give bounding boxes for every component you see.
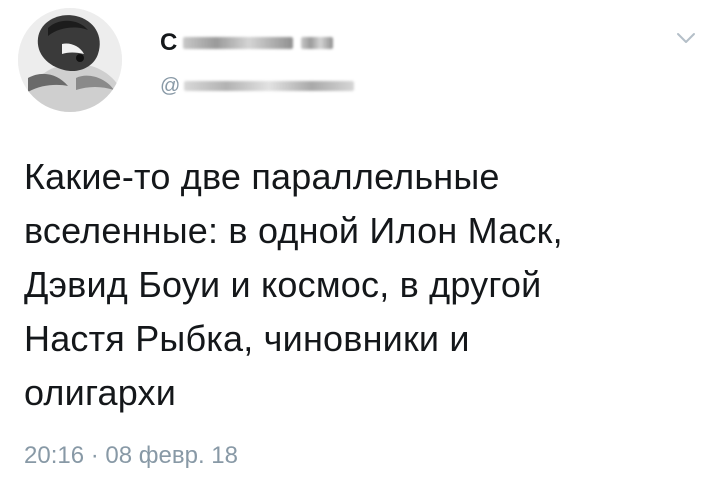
handle[interactable]: @	[160, 74, 180, 98]
redacted-handle	[184, 81, 355, 91]
tweet-text-line: Настя Рыбка, чиновники и	[24, 318, 470, 359]
avatar-image	[18, 8, 122, 112]
handle-row[interactable]: @	[160, 74, 355, 98]
tweet-text-line: Какие-то две параллельные	[24, 156, 500, 197]
tweet-text: Какие-то две параллельные вселенные: в о…	[24, 150, 704, 420]
tweet-text-line: олигархи	[24, 372, 177, 413]
tweet-card: С @ Какие-то две параллельные вселенные:…	[0, 0, 720, 490]
redacted-name-tail	[301, 37, 334, 49]
display-name[interactable]: С	[160, 30, 177, 56]
display-name-row[interactable]: С	[160, 30, 334, 56]
avatar[interactable]	[18, 8, 122, 112]
redacted-name	[183, 37, 294, 49]
tweet-text-line: вселенные: в одной Илон Маск,	[24, 210, 563, 251]
chevron-down-icon[interactable]	[676, 30, 696, 46]
timestamp[interactable]: 20:16 · 08 февр. 18	[24, 440, 238, 472]
tweet-text-line: Дэвид Боуи и космос, в другой	[24, 264, 542, 305]
